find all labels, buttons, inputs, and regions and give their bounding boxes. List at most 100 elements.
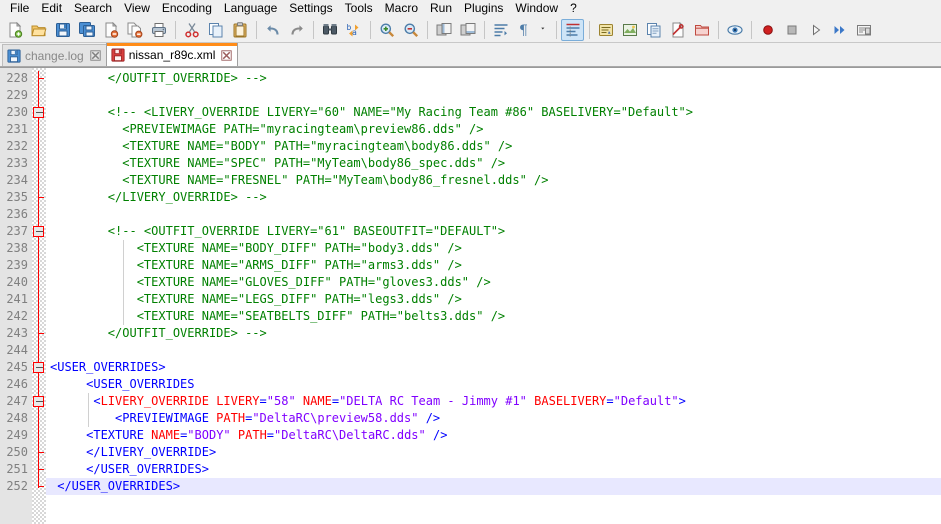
macro-record-icon[interactable] bbox=[756, 19, 779, 41]
menu-item-[interactable]: ? bbox=[564, 0, 583, 18]
macro-play-multiple-icon[interactable] bbox=[828, 19, 851, 41]
open-file-icon[interactable] bbox=[27, 19, 50, 41]
code-line[interactable]: <TEXTURE NAME="BODY_DIFF" PATH="body3.dd… bbox=[46, 240, 941, 257]
document-list-icon[interactable] bbox=[642, 19, 665, 41]
code-line[interactable] bbox=[46, 342, 941, 359]
fold-margin[interactable] bbox=[32, 68, 46, 524]
menu-item-file[interactable]: File bbox=[4, 0, 35, 18]
code-line[interactable]: <TEXTURE NAME="FRESNEL" PATH="MyTeam\bod… bbox=[46, 172, 941, 189]
fold-marker-row bbox=[32, 189, 46, 206]
close-file-icon[interactable] bbox=[99, 19, 122, 41]
fold-marker-row[interactable] bbox=[32, 359, 46, 376]
undo-icon[interactable] bbox=[261, 19, 284, 41]
code-line[interactable]: <PREVIEWIMAGE PATH="DeltaRC\preview58.dd… bbox=[46, 410, 941, 427]
user-defined-language-icon[interactable] bbox=[594, 19, 617, 41]
macro-run-icon[interactable] bbox=[852, 19, 875, 41]
copy-icon[interactable] bbox=[204, 19, 227, 41]
editor-area[interactable]: 228 229 230 231 232 233 234 235 236 237 238 239 240 2… bbox=[0, 67, 941, 524]
code-line[interactable]: </LIVERY_OVERRIDE> --> bbox=[46, 189, 941, 206]
code-line[interactable]: <!-- <OUTFIT_OVERRIDE LIVERY="61" BASEOU… bbox=[46, 223, 941, 240]
save-icon-red bbox=[111, 48, 125, 62]
print-icon[interactable] bbox=[147, 19, 170, 41]
code-text-area[interactable]: </OUTFIT_OVERRIDE> --> <!-- <LIVERY_OVER… bbox=[46, 68, 941, 524]
tab-close-icon[interactable] bbox=[220, 49, 233, 62]
code-line[interactable]: <TEXTURE NAME="SEATBELTS_DIFF" PATH="bel… bbox=[46, 308, 941, 325]
close-all-icon[interactable] bbox=[123, 19, 146, 41]
code-line[interactable]: <TEXTURE NAME="LEGS_DIFF" PATH="legs3.dd… bbox=[46, 291, 941, 308]
code-token-tg: = bbox=[606, 394, 614, 408]
menu-item-encoding[interactable]: Encoding bbox=[156, 0, 218, 18]
tab-change-log[interactable]: change.log bbox=[2, 44, 107, 66]
word-wrap-icon[interactable] bbox=[489, 19, 512, 41]
code-token-cm: </OUTFIT_OVERRIDE> --> bbox=[50, 326, 267, 340]
code-token-cm: <PREVIEWIMAGE PATH="myracingteam\preview… bbox=[50, 122, 484, 136]
menu-item-macro[interactable]: Macro bbox=[379, 0, 424, 18]
tab-label: change.log bbox=[25, 48, 84, 63]
show-all-chars-icon[interactable]: ¶ bbox=[513, 19, 536, 41]
monitoring-icon[interactable] bbox=[723, 19, 746, 41]
fold-marker-row[interactable] bbox=[32, 393, 46, 410]
find-icon[interactable] bbox=[318, 19, 341, 41]
code-line[interactable]: <TEXTURE NAME="BODY" PATH="DeltaRC\Delta… bbox=[46, 427, 941, 444]
code-line[interactable]: <USER_OVERRIDES bbox=[46, 376, 941, 393]
macro-stop-icon[interactable] bbox=[780, 19, 803, 41]
code-token-tg: <USER_OVERRIDES> bbox=[50, 360, 166, 374]
redo-icon[interactable] bbox=[285, 19, 308, 41]
code-line[interactable]: <!-- <LIVERY_OVERRIDE LIVERY="60" NAME="… bbox=[46, 104, 941, 121]
code-line[interactable] bbox=[46, 87, 941, 104]
sync-vertical-scroll-icon[interactable] bbox=[432, 19, 455, 41]
save-icon[interactable] bbox=[51, 19, 74, 41]
menu-item-settings[interactable]: Settings bbox=[283, 0, 338, 18]
show-all-chars-dropdown-icon[interactable] bbox=[537, 19, 551, 41]
function-list-icon[interactable] bbox=[666, 19, 689, 41]
fold-collapse-box[interactable] bbox=[33, 107, 44, 118]
menu-item-run[interactable]: Run bbox=[424, 0, 458, 18]
tab-nissan-r89c-xml[interactable]: nissan_r89c.xml bbox=[105, 43, 239, 66]
document-map-icon[interactable] bbox=[618, 19, 641, 41]
code-line-current[interactable]: </USER_OVERRIDES> bbox=[46, 478, 941, 495]
fold-collapse-box[interactable] bbox=[33, 226, 44, 237]
fold-collapse-box[interactable] bbox=[33, 362, 44, 373]
code-line[interactable] bbox=[46, 206, 941, 223]
new-file-icon[interactable] bbox=[3, 19, 26, 41]
menu-item-language[interactable]: Language bbox=[218, 0, 283, 18]
fold-marker-row[interactable] bbox=[32, 223, 46, 240]
line-number: 245 bbox=[6, 360, 28, 374]
fold-marker-row[interactable] bbox=[32, 104, 46, 121]
sync-horizontal-scroll-icon[interactable] bbox=[456, 19, 479, 41]
code-line[interactable]: </LIVERY_OVERRIDE> bbox=[46, 444, 941, 461]
cut-icon[interactable] bbox=[180, 19, 203, 41]
code-line[interactable]: </OUTFIT_OVERRIDE> --> bbox=[46, 70, 941, 87]
code-line[interactable]: <LIVERY_OVERRIDE LIVERY="58" NAME="DELTA… bbox=[46, 393, 941, 410]
code-line[interactable]: <PREVIEWIMAGE PATH="myracingteam\preview… bbox=[46, 121, 941, 138]
menu-item-tools[interactable]: Tools bbox=[339, 0, 379, 18]
line-number: 244 bbox=[6, 343, 28, 357]
code-line[interactable]: <TEXTURE NAME="SPEC" PATH="MyTeam\body86… bbox=[46, 155, 941, 172]
code-token-tg: /> bbox=[418, 411, 441, 425]
menu-item-edit[interactable]: Edit bbox=[35, 0, 68, 18]
replace-icon[interactable]: ba bbox=[342, 19, 365, 41]
menu-item-view[interactable]: View bbox=[118, 0, 156, 18]
code-line[interactable]: </OUTFIT_OVERRIDE> --> bbox=[46, 325, 941, 342]
tab-close-icon[interactable] bbox=[89, 49, 102, 62]
code-line[interactable]: <TEXTURE NAME="BODY" PATH="myracingteam\… bbox=[46, 138, 941, 155]
save-all-icon[interactable] bbox=[75, 19, 98, 41]
toolbar: b a ¶ bbox=[0, 18, 941, 43]
indent-guideline-icon[interactable] bbox=[561, 19, 584, 41]
menu-item-window[interactable]: Window bbox=[509, 0, 564, 18]
paste-icon[interactable] bbox=[228, 19, 251, 41]
macro-play-icon[interactable] bbox=[804, 19, 827, 41]
fold-collapse-box[interactable] bbox=[33, 396, 44, 407]
line-number-margin: 228 229 230 231 232 233 234 235 236 237 238 239 240 2… bbox=[0, 68, 32, 524]
zoom-in-icon[interactable] bbox=[375, 19, 398, 41]
code-line[interactable]: <USER_OVERRIDES> bbox=[46, 359, 941, 376]
line-number: 229 bbox=[6, 88, 28, 102]
menu-item-plugins[interactable]: Plugins bbox=[458, 0, 509, 18]
menu-item-search[interactable]: Search bbox=[68, 0, 118, 18]
code-line[interactable]: <TEXTURE NAME="GLOVES_DIFF" PATH="gloves… bbox=[46, 274, 941, 291]
folder-as-workspace-icon[interactable] bbox=[690, 19, 713, 41]
zoom-out-icon[interactable] bbox=[399, 19, 422, 41]
code-line[interactable]: <TEXTURE NAME="ARMS_DIFF" PATH="arms3.dd… bbox=[46, 257, 941, 274]
code-token-at: BASELIVERY bbox=[534, 394, 607, 408]
code-line[interactable]: </USER_OVERRIDES> bbox=[46, 461, 941, 478]
